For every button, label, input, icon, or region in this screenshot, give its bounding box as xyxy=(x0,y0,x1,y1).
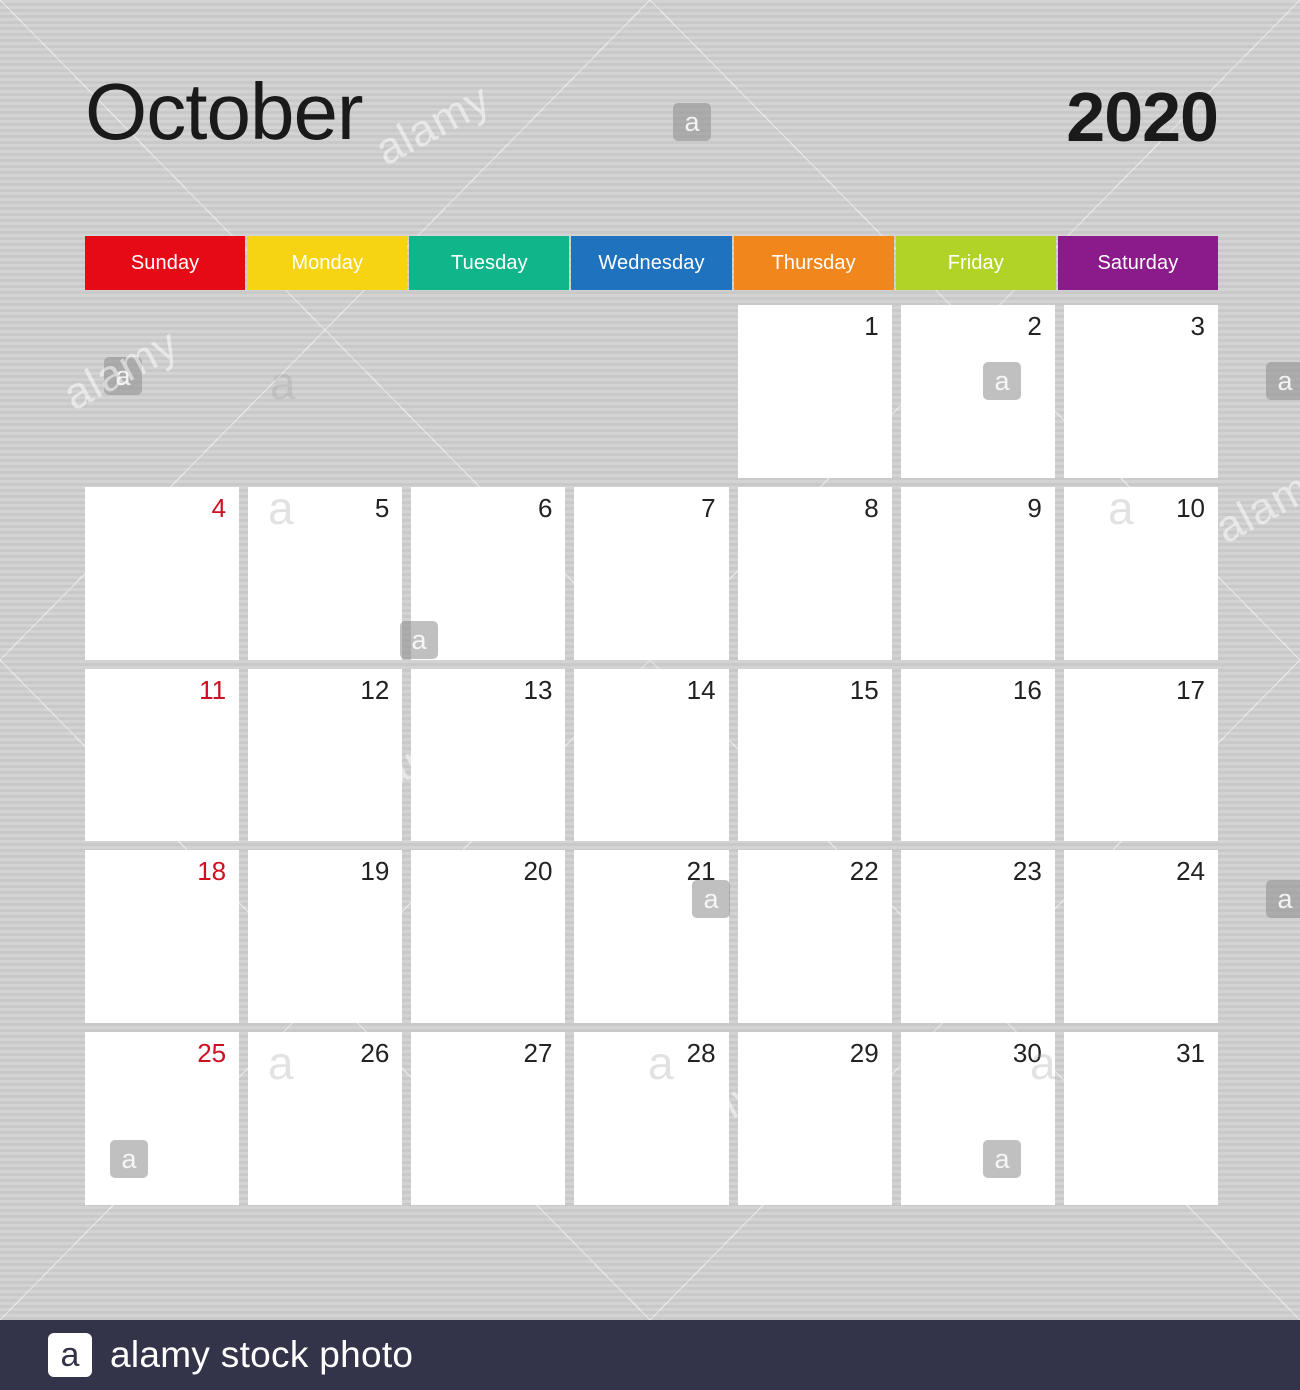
day-cell-6[interactable]: 6 xyxy=(411,486,566,660)
weekday-label: Monday xyxy=(291,251,364,274)
day-number: 14 xyxy=(686,674,716,705)
day-cell-7[interactable]: 7 xyxy=(574,486,729,660)
day-cell-empty xyxy=(85,305,239,478)
day-number: 6 xyxy=(537,492,553,523)
day-cell-4[interactable]: 4 xyxy=(85,486,240,660)
weekday-header-bar: Sunday Monday Tuesday Wednesday Thursday… xyxy=(85,236,1218,290)
day-cell-27[interactable]: 27 xyxy=(411,1032,566,1205)
alamy-watermark-badge: a xyxy=(1266,880,1300,918)
day-cell-15[interactable]: 15 xyxy=(737,668,892,842)
weekday-label: Sunday xyxy=(130,251,200,274)
day-cell-empty xyxy=(574,305,728,478)
day-cell-8[interactable]: 8 xyxy=(737,486,892,660)
day-cell-21[interactable]: 21 xyxy=(574,850,729,1024)
day-number: 24 xyxy=(1176,856,1205,887)
day-number: 7 xyxy=(701,492,716,523)
day-cell-empty xyxy=(411,305,565,478)
day-cell-28[interactable]: 28 xyxy=(574,1032,729,1205)
day-cell-18[interactable]: 18 xyxy=(85,850,240,1024)
weekday-label: Wednesday xyxy=(598,251,705,274)
day-cell-31[interactable]: 31 xyxy=(1063,1032,1218,1205)
day-number: 9 xyxy=(1027,492,1042,523)
weekday-label: Tuesday xyxy=(451,251,528,274)
day-cell-20[interactable]: 20 xyxy=(411,850,566,1024)
day-number: 17 xyxy=(1176,674,1205,705)
calendar-artboard: October 2020 Sunday Monday Tuesday Wedne… xyxy=(0,0,1300,1320)
day-number: 22 xyxy=(849,856,879,887)
day-number: 12 xyxy=(360,674,390,705)
day-cell-16[interactable]: 16 xyxy=(900,668,1055,842)
day-number: 2 xyxy=(1027,311,1042,341)
year-title: 2020 xyxy=(1066,78,1219,156)
weekday-header-monday: Monday xyxy=(247,236,408,290)
weekday-label: Friday xyxy=(947,251,1004,274)
day-number: 5 xyxy=(374,492,390,523)
day-number: 16 xyxy=(1012,674,1042,705)
day-cell-14[interactable]: 14 xyxy=(574,668,729,842)
weekday-label: Thursday xyxy=(771,251,856,274)
alamy-footer-text: alamy stock photo xyxy=(110,1334,414,1375)
day-number: 19 xyxy=(360,856,390,887)
day-cell-9[interactable]: 9 xyxy=(900,486,1055,660)
day-number: 18 xyxy=(197,856,227,887)
day-cell-3[interactable]: 3 xyxy=(1063,305,1218,478)
day-cell-22[interactable]: 22 xyxy=(737,850,892,1024)
weekday-header-wednesday: Wednesday xyxy=(571,236,732,290)
day-number: 3 xyxy=(1190,311,1205,341)
day-cell-19[interactable]: 19 xyxy=(248,850,403,1024)
day-number: 21 xyxy=(686,856,716,887)
day-number: 13 xyxy=(523,674,553,705)
day-number: 4 xyxy=(211,492,227,523)
day-number: 25 xyxy=(197,1038,227,1069)
day-number: 29 xyxy=(849,1038,879,1069)
day-cell-12[interactable]: 12 xyxy=(248,668,403,842)
day-number: 20 xyxy=(523,856,553,887)
month-title: October xyxy=(85,67,364,156)
screenshot-stage: October 2020 Sunday Monday Tuesday Wedne… xyxy=(0,0,1300,1390)
day-cell-30[interactable]: 30 xyxy=(900,1032,1055,1205)
day-number: 27 xyxy=(523,1038,553,1069)
day-cell-25[interactable]: 25 xyxy=(85,1032,240,1205)
weekday-header-saturday: Saturday xyxy=(1057,236,1218,290)
day-cell-1[interactable]: 1 xyxy=(737,305,892,478)
day-number: 15 xyxy=(849,674,879,705)
day-cell-2[interactable]: 2 xyxy=(900,305,1055,478)
day-number: 30 xyxy=(1012,1038,1042,1069)
weekday-header-sunday: Sunday xyxy=(85,236,246,290)
day-number: 11 xyxy=(199,674,227,705)
alamy-watermark-word: alamy xyxy=(1207,452,1300,553)
weekday-header-tuesday: Tuesday xyxy=(409,236,570,290)
day-number: 8 xyxy=(864,492,879,523)
day-number: 10 xyxy=(1176,492,1205,523)
weekday-header-thursday: Thursday xyxy=(733,236,894,290)
calendar-header: October 2020 xyxy=(85,67,1219,192)
day-number: 23 xyxy=(1012,856,1042,887)
day-cell-17[interactable]: 17 xyxy=(1063,668,1218,842)
alamy-logo-icon: a xyxy=(48,1333,92,1377)
day-cell-26[interactable]: 26 xyxy=(248,1032,403,1205)
day-number: 31 xyxy=(1176,1038,1205,1069)
day-number: 1 xyxy=(864,311,879,341)
calendar-day-grid: 1 2 3 4 5 6 7 8 9 10 11 12 13 14 15 16 17 18 19 20 21 22 23 24 2… xyxy=(85,305,1218,1205)
day-cell-10[interactable]: 10 xyxy=(1063,486,1218,660)
weekday-header-friday: Friday xyxy=(895,236,1056,290)
day-cell-24[interactable]: 24 xyxy=(1063,850,1218,1024)
day-cell-5[interactable]: 5 xyxy=(248,486,403,660)
alamy-footer-bar: a alamy stock photo xyxy=(0,1320,1300,1390)
day-cell-23[interactable]: 23 xyxy=(900,850,1055,1024)
day-cell-29[interactable]: 29 xyxy=(737,1032,892,1205)
weekday-label: Saturday xyxy=(1097,251,1179,274)
day-cell-empty xyxy=(248,305,402,478)
day-number: 26 xyxy=(360,1038,390,1069)
day-number: 28 xyxy=(686,1038,716,1069)
day-cell-13[interactable]: 13 xyxy=(411,668,566,842)
day-cell-11[interactable]: 11 xyxy=(85,668,240,842)
alamy-watermark-badge: a xyxy=(1266,362,1300,400)
